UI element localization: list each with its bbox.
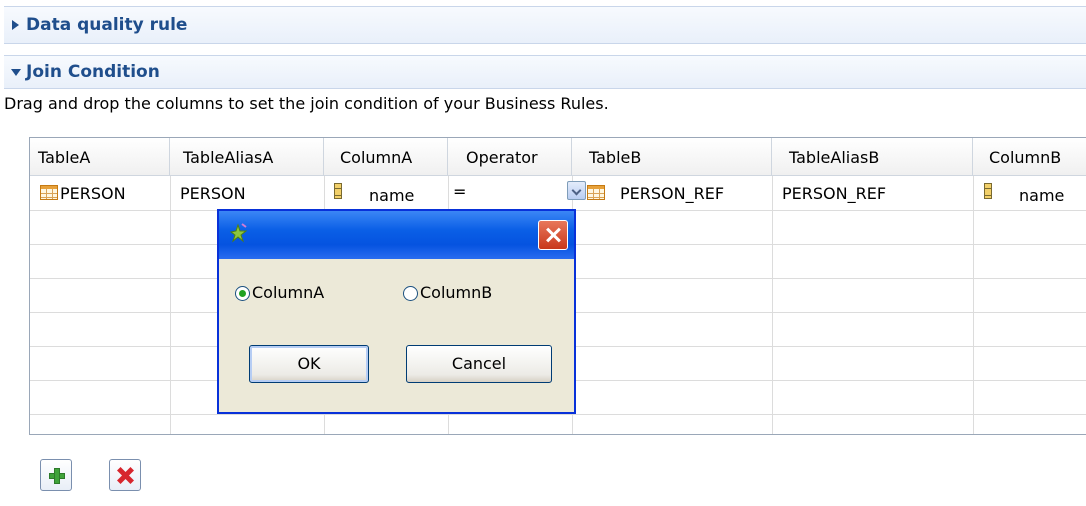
header-tablealiasb[interactable]: TableAliasB: [772, 138, 973, 176]
cell-tablealiasa[interactable]: PERSON: [180, 184, 246, 203]
cell-columnb[interactable]: name: [1019, 186, 1064, 205]
dialog-titlebar[interactable]: [219, 211, 574, 259]
cell-tablealiasb[interactable]: PERSON_REF: [782, 184, 886, 203]
cell-operator[interactable]: =: [453, 182, 466, 201]
header-tablea[interactable]: TableA: [30, 138, 170, 176]
cancel-button[interactable]: Cancel: [406, 345, 552, 383]
radio-columnb[interactable]: [403, 286, 418, 301]
grid-line: [772, 176, 773, 434]
radio-columnb-label[interactable]: ColumnB: [420, 283, 492, 302]
cell-columna[interactable]: name: [369, 186, 414, 205]
header-columnb[interactable]: ColumnB: [973, 138, 1086, 176]
column-select-dialog: ColumnA ColumnB OK Cancel: [217, 209, 576, 414]
grid-line: [30, 414, 1086, 415]
app-icon: [229, 223, 248, 243]
plus-icon-part: [54, 468, 60, 484]
cell-tablea[interactable]: PERSON: [60, 184, 126, 203]
table-icon: [587, 185, 605, 200]
data-quality-rule-title: Data quality rule: [26, 15, 188, 35]
add-row-button[interactable]: [40, 459, 72, 491]
close-button[interactable]: [538, 220, 568, 250]
radio-columna[interactable]: [235, 286, 250, 301]
grid-line: [973, 176, 974, 434]
header-columna[interactable]: ColumnA: [324, 138, 448, 176]
ok-button[interactable]: OK: [249, 345, 369, 383]
table-row[interactable]: PERSON PERSON name = PERSON_REF PERSON_R…: [30, 176, 1086, 210]
cell-tableb[interactable]: PERSON_REF: [620, 184, 724, 203]
expand-arrow-icon: [12, 20, 19, 30]
header-tablealiasa[interactable]: TableAliasA: [170, 138, 324, 176]
header-tableb[interactable]: TableB: [572, 138, 772, 176]
delete-row-button[interactable]: [109, 459, 141, 491]
collapse-arrow-icon: [11, 69, 21, 76]
table-icon: [40, 185, 58, 200]
header-operator[interactable]: Operator: [448, 138, 572, 176]
join-condition-section[interactable]: Join Condition: [4, 55, 1086, 89]
radio-columna-label[interactable]: ColumnA: [252, 283, 324, 302]
join-condition-title: Join Condition: [26, 62, 160, 82]
join-condition-description: Drag and drop the columns to set the joi…: [4, 94, 609, 113]
data-quality-rule-section[interactable]: Data quality rule: [4, 6, 1086, 44]
column-icon: [334, 183, 342, 199]
operator-dropdown-button[interactable]: [567, 181, 586, 200]
column-icon: [984, 183, 992, 199]
grid-line: [170, 176, 171, 434]
